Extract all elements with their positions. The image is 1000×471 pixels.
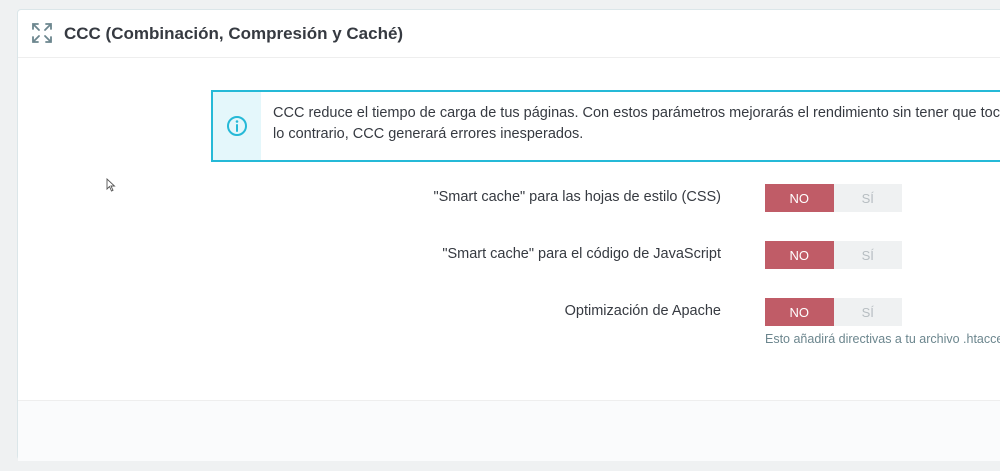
apache-yes-option[interactable]: SÍ xyxy=(833,298,902,326)
panel-title: CCC (Combinación, Compresión y Caché) xyxy=(64,24,404,43)
apache-help-text: Esto añadirá directivas a tu archivo .ht… xyxy=(765,332,1000,346)
setting-row-css: "Smart cache" para las hojas de estilo (… xyxy=(18,184,1000,212)
panel-heading: CCC (Combinación, Compresión y Caché) xyxy=(18,10,1000,58)
js-cache-yes-option[interactable]: SÍ xyxy=(833,241,902,269)
panel-footer xyxy=(18,400,1000,461)
apache-optimization-switch[interactable]: NO SÍ xyxy=(765,298,902,326)
alert-text: CCC reduce el tiempo de carga de tus pág… xyxy=(273,103,1000,145)
alert-line-2: lo contrario, CCC generará errores inesp… xyxy=(273,126,584,142)
info-icon xyxy=(227,116,247,136)
js-cache-no-option[interactable]: NO xyxy=(765,241,834,269)
setting-label-css: "Smart cache" para las hojas de estilo (… xyxy=(433,189,721,205)
setting-row-js: "Smart cache" para el código de JavaScri… xyxy=(18,241,1000,269)
css-cache-switch[interactable]: NO SÍ xyxy=(765,184,902,212)
apache-no-option[interactable]: NO xyxy=(765,298,834,326)
mouse-cursor-icon xyxy=(106,178,116,192)
ccc-panel: CCC (Combinación, Compresión y Caché) CC… xyxy=(17,9,1000,461)
alert-icon-box xyxy=(213,92,261,160)
setting-label-apache: Optimización de Apache xyxy=(564,303,721,319)
alert-line-1: CCC reduce el tiempo de carga de tus pág… xyxy=(273,105,1000,121)
expand-icon[interactable] xyxy=(31,22,53,44)
js-cache-switch[interactable]: NO SÍ xyxy=(765,241,902,269)
info-alert: CCC reduce el tiempo de carga de tus pág… xyxy=(211,90,1000,162)
setting-label-js: "Smart cache" para el código de JavaScri… xyxy=(442,246,721,262)
setting-row-apache: Optimización de Apache NO SÍ xyxy=(18,298,1000,326)
css-cache-yes-option[interactable]: SÍ xyxy=(833,184,902,212)
css-cache-no-option[interactable]: NO xyxy=(765,184,834,212)
